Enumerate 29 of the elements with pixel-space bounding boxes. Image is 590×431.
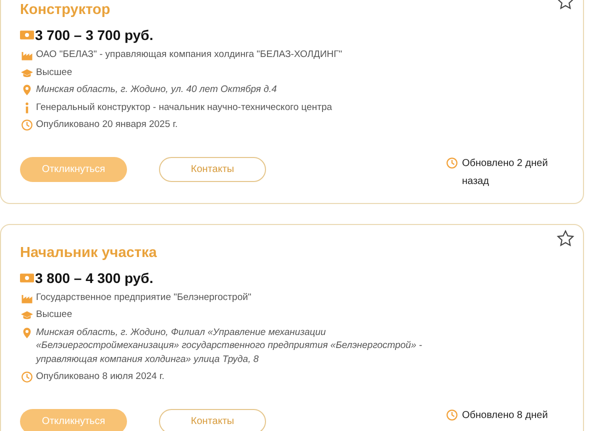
contacts-button[interactable]: Контакты xyxy=(159,408,266,431)
updated-text: Обновлено 2 дней назад xyxy=(462,156,549,188)
detail-text: Генеральный конструктор - начальник научно-технического центра xyxy=(36,100,332,114)
detail-text: Высшее xyxy=(36,308,72,322)
respond-button[interactable]: Откликнуться xyxy=(20,156,127,182)
detail-text: Минская область, г. Жодино, ул. 40 лет Октября д.4 xyxy=(36,83,277,96)
factory-icon xyxy=(20,49,34,61)
detail-text: ОАО "БЕЛАЗ" - управляющая компания холдинга "БЕЛАЗ-ХОЛДИНГ" xyxy=(36,48,342,62)
clock-icon xyxy=(20,119,34,131)
respond-button[interactable]: Откликнуться xyxy=(20,408,127,431)
detail-text: Опубликовано 20 января 2025 г. xyxy=(36,118,178,132)
updated-text: Обновлено 8 дней xyxy=(462,408,548,422)
vacancy-title[interactable]: Начальник участка xyxy=(20,242,583,262)
banknote-icon xyxy=(20,272,34,284)
clock-icon xyxy=(445,408,459,420)
clock-icon xyxy=(445,156,459,168)
detail-text: Опубликовано 8 июля 2024 г. xyxy=(36,370,164,384)
clock-icon xyxy=(20,371,34,383)
salary-text: 3 800 – 4 300 руб. xyxy=(35,270,154,286)
salary-text: 3 700 – 3 700 руб. xyxy=(35,27,154,43)
graduation-cap-icon xyxy=(20,309,34,321)
vacancy-title[interactable]: Конструктор xyxy=(20,0,583,20)
detail-text: Высшее xyxy=(36,66,72,79)
detail-text: Государственное предприятие "Белэнергострой" xyxy=(36,290,252,304)
banknote-icon xyxy=(20,29,34,41)
star-icon[interactable] xyxy=(556,228,575,248)
contacts-button[interactable]: Контакты xyxy=(159,156,266,182)
detail-text: Минская область, г. Жодино, Филиал «Управление механизации «Белэиергостроймеханизация» государственного предприятия «Белэнергострой» - управляющая компания холдинга» улица Труда, 8 xyxy=(36,326,424,366)
graduation-cap-icon xyxy=(20,66,34,78)
